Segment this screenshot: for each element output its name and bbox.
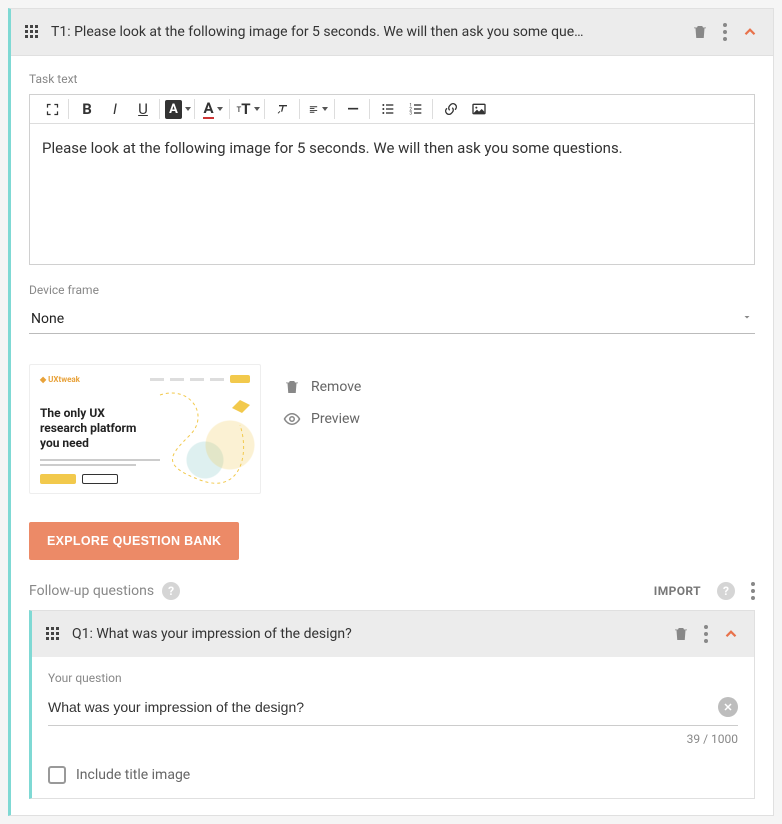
dropdown-caret-icon bbox=[741, 311, 753, 327]
remove-image-button[interactable]: Remove bbox=[283, 378, 361, 396]
explore-question-bank-button[interactable]: EXPLORE QUESTION BANK bbox=[29, 522, 239, 560]
remove-label: Remove bbox=[311, 379, 361, 395]
editor-toolbar: B I U A A тT bbox=[30, 95, 754, 124]
question-input[interactable] bbox=[48, 693, 718, 721]
preview-image-button[interactable]: Preview bbox=[283, 410, 361, 428]
drag-handle-icon[interactable] bbox=[25, 25, 39, 39]
include-title-image-checkbox[interactable] bbox=[48, 766, 66, 784]
char-counter: 39 / 1000 bbox=[48, 732, 738, 746]
thumb-nav bbox=[150, 375, 250, 383]
image-preview-row: ◆ UXtweak The only UX research platform … bbox=[29, 364, 755, 494]
question-panel-header: Q1: What was your impression of the desi… bbox=[32, 611, 754, 657]
clear-input-icon[interactable] bbox=[718, 697, 738, 717]
preview-label: Preview bbox=[311, 411, 360, 427]
device-frame-label: Device frame bbox=[29, 283, 755, 297]
bgcolor-button[interactable]: A bbox=[168, 99, 188, 119]
device-frame-select[interactable]: None bbox=[29, 305, 755, 334]
kebab-menu-icon-2[interactable] bbox=[751, 582, 755, 600]
bullet-list-icon[interactable] bbox=[378, 99, 398, 119]
help-icon-2[interactable]: ? bbox=[717, 582, 735, 600]
underline-button[interactable]: U bbox=[133, 99, 153, 119]
thumbnail-actions: Remove Preview bbox=[283, 364, 361, 428]
task-text-label: Task text bbox=[29, 72, 755, 86]
drag-handle-icon[interactable] bbox=[46, 627, 60, 641]
question-panel-body: Your question 39 / 1000 Include title im… bbox=[32, 657, 754, 798]
bold-button[interactable]: B bbox=[77, 99, 97, 119]
align-button[interactable] bbox=[308, 99, 328, 119]
task-title: T1: Please look at the following image f… bbox=[51, 24, 691, 40]
link-icon[interactable] bbox=[441, 99, 461, 119]
trash-icon[interactable] bbox=[672, 625, 690, 643]
task-panel-body: Task text B I U A A bbox=[11, 56, 773, 815]
question-input-row bbox=[48, 693, 738, 726]
hr-button[interactable]: — bbox=[343, 99, 363, 119]
include-title-image-label: Include title image bbox=[76, 767, 190, 783]
task-image-thumbnail[interactable]: ◆ UXtweak The only UX research platform … bbox=[29, 364, 261, 494]
kebab-menu-icon[interactable] bbox=[704, 625, 708, 643]
task-panel: T1: Please look at the following image f… bbox=[8, 8, 774, 816]
trash-icon[interactable] bbox=[691, 23, 709, 41]
ordered-list-icon[interactable]: 123 bbox=[406, 99, 426, 119]
kebab-menu-icon[interactable] bbox=[723, 23, 727, 41]
image-icon[interactable] bbox=[469, 99, 489, 119]
clear-format-icon[interactable] bbox=[273, 99, 293, 119]
question-panel: Q1: What was your impression of the desi… bbox=[29, 610, 755, 799]
thumb-swirl-decoration bbox=[150, 385, 260, 494]
collapse-icon[interactable] bbox=[741, 23, 759, 41]
task-panel-header: T1: Please look at the following image f… bbox=[11, 9, 773, 56]
followup-header-row: Follow-up questions ? IMPORT ? bbox=[29, 582, 755, 600]
fontsize-button[interactable]: тT bbox=[238, 99, 258, 119]
svg-text:3: 3 bbox=[409, 110, 412, 116]
textcolor-button[interactable]: A bbox=[203, 99, 223, 119]
italic-button[interactable]: I bbox=[105, 99, 125, 119]
question-title: Q1: What was your impression of the desi… bbox=[72, 626, 672, 642]
device-frame-field: Device frame None bbox=[29, 283, 755, 334]
editor-content[interactable]: Please look at the following image for 5… bbox=[30, 124, 754, 264]
help-icon[interactable]: ? bbox=[162, 582, 180, 600]
fullscreen-icon[interactable] bbox=[42, 99, 62, 119]
include-title-image-row: Include title image bbox=[48, 766, 738, 784]
device-frame-value: None bbox=[31, 311, 64, 327]
collapse-icon[interactable] bbox=[722, 625, 740, 643]
import-button[interactable]: IMPORT bbox=[654, 584, 701, 598]
followup-label: Follow-up questions bbox=[29, 583, 154, 599]
your-question-label: Your question bbox=[48, 671, 738, 685]
rich-text-editor: B I U A A тT bbox=[29, 94, 755, 265]
